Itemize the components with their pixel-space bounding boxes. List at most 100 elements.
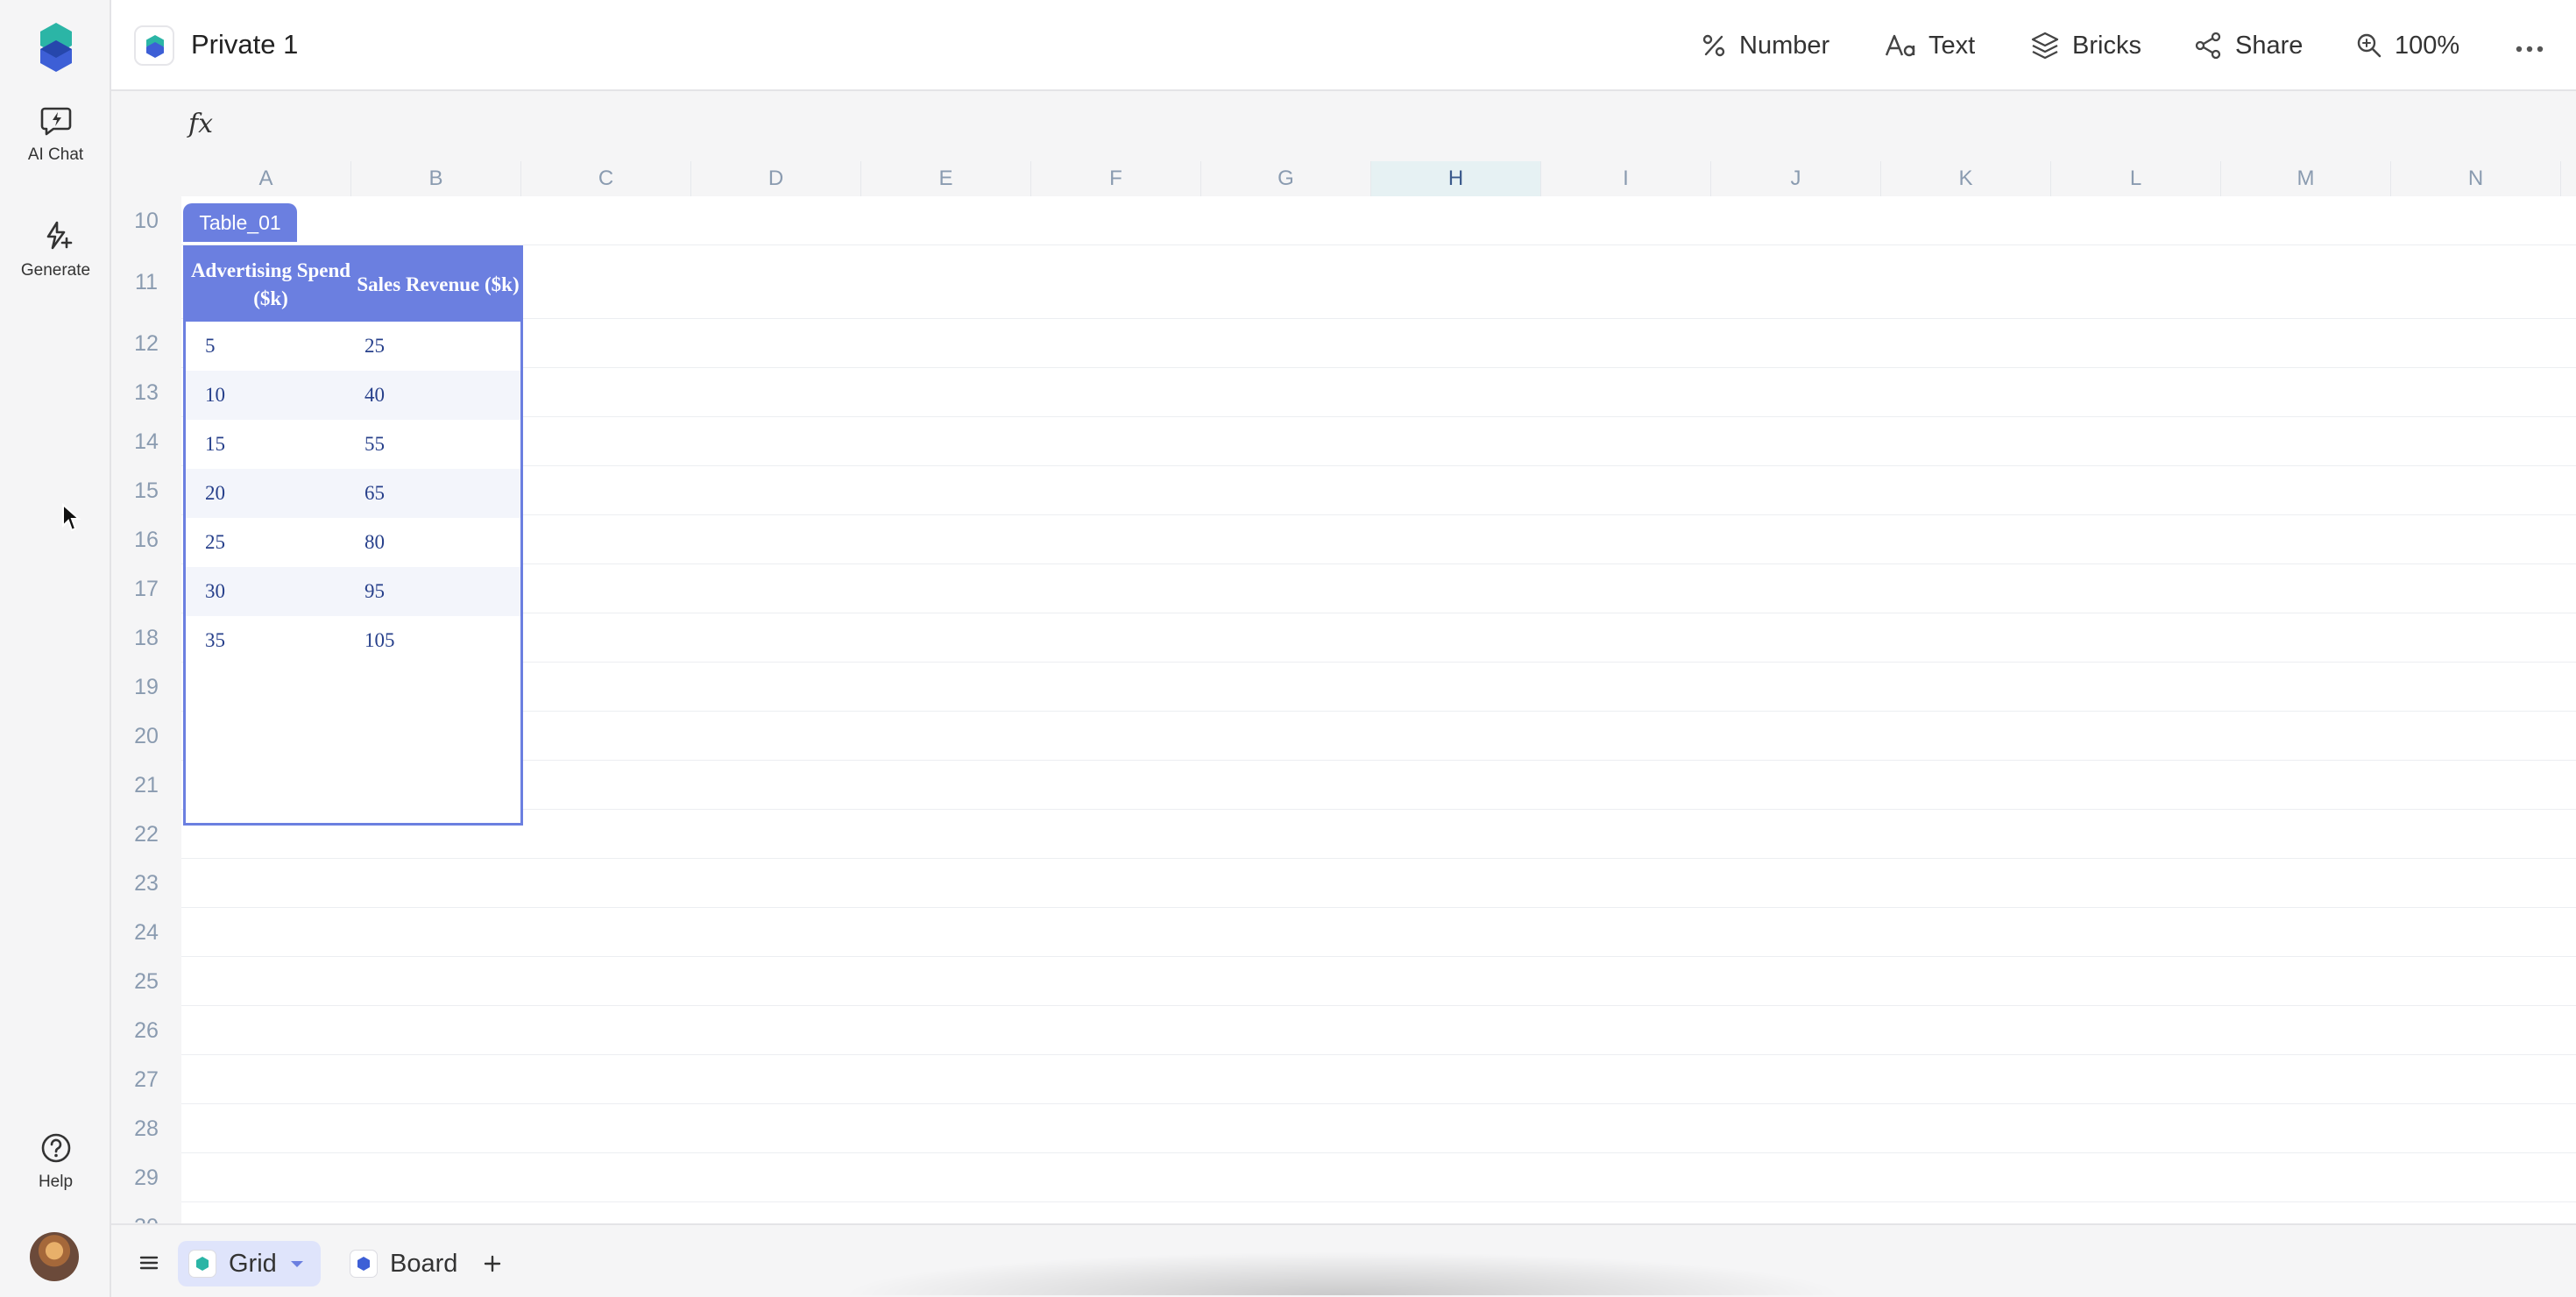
row-header-27[interactable]: 27 (111, 1055, 181, 1104)
row-header-28[interactable]: 28 (111, 1104, 181, 1153)
sheet-tab-board-label: Board (390, 1249, 458, 1278)
user-avatar[interactable] (30, 1232, 79, 1281)
column-header-d[interactable]: D (691, 161, 861, 196)
row-divider (181, 318, 2576, 319)
row-header-22[interactable]: 22 (111, 810, 181, 859)
cell-advertising-spend[interactable]: 35 (205, 616, 354, 665)
column-header-e[interactable]: E (861, 161, 1031, 196)
help-circle-icon (41, 1133, 70, 1163)
row-header-13[interactable]: 13 (111, 368, 181, 417)
cell-sales-revenue[interactable]: 65 (364, 469, 513, 518)
share-icon (2195, 32, 2221, 60)
app-logo-icon[interactable] (37, 21, 75, 74)
spreadsheet-grid[interactable]: ABCDEFGHIJKLMN 10 11 12 13 14 15 16 17 18 19 20 21 2… (111, 161, 2576, 1223)
chevron-down-icon[interactable] (289, 1258, 305, 1269)
add-sheet-button[interactable] (472, 1244, 513, 1283)
column-header-i[interactable]: I (1541, 161, 1711, 196)
row-header-26[interactable]: 26 (111, 1006, 181, 1055)
table-row: 35 105 (186, 616, 520, 665)
table-header-advertising[interactable]: Advertising Spend ($k) (186, 248, 356, 322)
row-divider (181, 1152, 2576, 1153)
ai-chat-button[interactable]: AI Chat (0, 103, 111, 165)
share-label: Share (2235, 31, 2304, 60)
row-divider (181, 563, 2576, 564)
sheets-menu-button[interactable] (131, 1244, 167, 1281)
row-header-18[interactable]: 18 (111, 613, 181, 663)
row-header-30[interactable]: 30 (111, 1202, 181, 1223)
cell-sales-revenue[interactable]: 55 (364, 420, 513, 469)
row-header-10[interactable]: 10 (111, 196, 181, 245)
table-header-row: Advertising Spend ($k) Sales Revenue ($k… (186, 248, 520, 322)
cell-advertising-spend[interactable]: 20 (205, 469, 354, 518)
table-name-tab[interactable]: Table_01 (183, 203, 297, 242)
sheet-tab-board[interactable]: Board (339, 1241, 473, 1286)
row-divider (181, 416, 2576, 417)
generate-label: Generate (20, 261, 91, 280)
column-header-n[interactable]: N (2391, 161, 2561, 196)
number-format-button[interactable]: Number (1701, 26, 1829, 65)
mouse-cursor-icon (62, 503, 81, 532)
row-divider (181, 809, 2576, 810)
text-format-button[interactable]: Text (1885, 26, 1975, 65)
row-header-21[interactable]: 21 (111, 761, 181, 810)
column-header-row: ABCDEFGHIJKLMN (111, 161, 2576, 196)
cell-advertising-spend[interactable]: 5 (205, 322, 354, 371)
cell-advertising-spend[interactable]: 10 (205, 371, 354, 420)
row-divider (181, 1054, 2576, 1055)
column-header-b[interactable]: B (351, 161, 521, 196)
row-header-20[interactable]: 20 (111, 712, 181, 761)
data-table[interactable]: Advertising Spend ($k) Sales Revenue ($k… (183, 245, 523, 826)
row-header-29[interactable]: 29 (111, 1153, 181, 1202)
sheet-tab-grid[interactable]: Grid (178, 1241, 321, 1286)
row-header-15[interactable]: 15 (111, 466, 181, 515)
help-button[interactable]: Help (0, 1132, 111, 1192)
table-row: 25 80 (186, 518, 520, 567)
top-bar: Private 1 Number Text Bricks Share 100% (111, 0, 2576, 91)
row-header-24[interactable]: 24 (111, 908, 181, 957)
column-header-j[interactable]: J (1711, 161, 1881, 196)
column-header-g[interactable]: G (1201, 161, 1371, 196)
formula-fx-icon[interactable]: fx (188, 109, 213, 139)
cell-sales-revenue[interactable]: 80 (364, 518, 513, 567)
column-header-h[interactable]: H (1371, 161, 1541, 196)
text-aa-icon (1885, 34, 1915, 57)
cell-sales-revenue[interactable]: 95 (364, 567, 513, 616)
column-header-l[interactable]: L (2051, 161, 2221, 196)
row-header-14[interactable]: 14 (111, 417, 181, 466)
row-header-23[interactable]: 23 (111, 859, 181, 908)
cell-advertising-spend[interactable]: 30 (205, 567, 354, 616)
cell-advertising-spend[interactable]: 15 (205, 420, 354, 469)
bricks-button[interactable]: Bricks (2030, 26, 2141, 65)
formula-bar: fx (111, 91, 2576, 161)
generate-button[interactable]: Generate (0, 219, 111, 280)
row-divider (181, 760, 2576, 761)
row-header-11[interactable]: 11 (111, 245, 181, 319)
column-header-a[interactable]: A (181, 161, 351, 196)
more-options-button[interactable] (2514, 30, 2558, 68)
column-header-m[interactable]: M (2221, 161, 2391, 196)
row-header-16[interactable]: 16 (111, 515, 181, 564)
row-divider (181, 858, 2576, 859)
left-rail: AI Chat Generate Help (0, 0, 111, 1297)
document-title[interactable]: Private 1 (191, 29, 298, 60)
row-header-19[interactable]: 19 (111, 663, 181, 712)
plus-icon (484, 1255, 501, 1272)
column-header-f[interactable]: F (1031, 161, 1201, 196)
cell-advertising-spend[interactable]: 25 (205, 518, 354, 567)
row-divider (181, 1103, 2576, 1104)
row-header-25[interactable]: 25 (111, 957, 181, 1006)
hamburger-menu-icon (139, 1256, 159, 1270)
row-header-17[interactable]: 17 (111, 564, 181, 613)
document-icon (134, 25, 174, 66)
sheet-tab-grid-label: Grid (229, 1249, 277, 1278)
cell-sales-revenue[interactable]: 105 (364, 616, 513, 665)
more-dots-icon (2516, 46, 2544, 53)
column-header-k[interactable]: K (1881, 161, 2051, 196)
share-button[interactable]: Share (2195, 26, 2303, 65)
cell-sales-revenue[interactable]: 25 (364, 322, 513, 371)
cell-sales-revenue[interactable]: 40 (364, 371, 513, 420)
table-header-revenue[interactable]: Sales Revenue ($k) (356, 248, 520, 322)
zoom-button[interactable]: 100% (2356, 26, 2459, 65)
column-header-c[interactable]: C (521, 161, 691, 196)
row-header-12[interactable]: 12 (111, 319, 181, 368)
